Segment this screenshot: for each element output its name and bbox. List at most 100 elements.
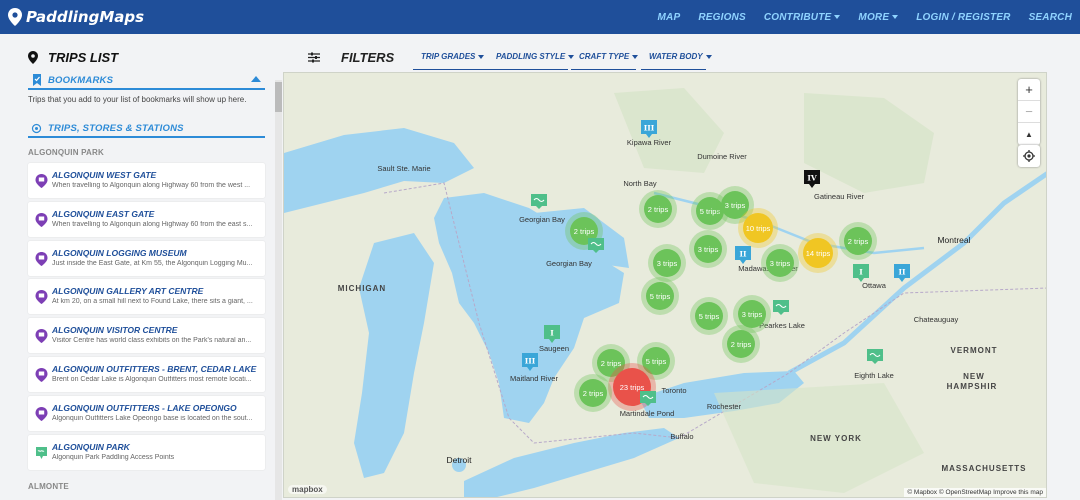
cluster-count: 5 trips (650, 292, 671, 301)
trip-cluster-green[interactable]: 2 trips (839, 222, 877, 260)
trip-cluster-green[interactable]: 3 trips (689, 230, 727, 268)
map-place-label: MICHIGAN (338, 284, 386, 293)
trip-card-title: ALGONQUIN OUTFITTERS - BRENT, CEDAR LAKE (52, 364, 257, 374)
scrollbar-thumb[interactable] (275, 82, 282, 112)
outfitter-pin-icon (35, 290, 48, 305)
trip-cluster-green[interactable]: 2 trips (574, 374, 612, 412)
cluster-count: 23 trips (620, 383, 645, 392)
trips-list-title: TRIPS LIST (48, 50, 119, 65)
map-place-label: Kipawa River (627, 138, 672, 147)
filter-paddling-style[interactable]: PADDLING STYLE (488, 50, 575, 70)
paddling-access-icon (36, 446, 47, 459)
trip-cluster-yellow[interactable]: 10 trips (738, 208, 778, 248)
filter-craft-type-label: CRAFT TYPE (579, 52, 630, 61)
trip-card-title: ALGONQUIN OUTFITTERS - LAKE OPEONGO (52, 402, 237, 413)
trip-card[interactable]: ALGONQUIN EAST GATE When travelling to Al… (28, 201, 265, 237)
chevron-down-icon (892, 14, 899, 19)
filter-craft-type[interactable]: CRAFT TYPE (571, 50, 639, 70)
outfitter-pin-icon (35, 406, 48, 421)
cluster-count: 14 trips (806, 249, 831, 258)
sidebar-scrollbar[interactable] (275, 80, 282, 500)
nav-contribute[interactable]: CONTRIBUTE (764, 12, 841, 23)
trip-cluster-yellow[interactable]: 14 trips (798, 233, 838, 273)
trip-cluster-green[interactable]: 3 trips (648, 244, 686, 282)
nav-more-label: MORE (858, 11, 890, 23)
bookmarks-section-header[interactable]: BOOKMARKS (28, 72, 265, 90)
stations-section-header[interactable]: TRIPS, STORES & STATIONS (28, 120, 265, 138)
filters-label: FILTERS (341, 50, 395, 65)
bookmarks-title: BOOKMARKS (48, 74, 114, 86)
nav-map[interactable]: MAP (658, 12, 681, 23)
trip-cluster-green[interactable]: 5 trips (690, 297, 728, 335)
trip-card[interactable]: ALGONQUIN PARK Algonquin Park Paddling Ac… (28, 434, 265, 470)
chevron-up-icon[interactable] (251, 76, 261, 82)
trip-card[interactable]: ALGONQUIN WEST GATE When travelling to Al… (28, 163, 265, 198)
location-pin-icon (28, 51, 38, 64)
trips-map[interactable]: Kipawa River Dumoine River Gatineau River S… (283, 72, 1047, 498)
trip-cluster-green[interactable]: 2 trips (639, 190, 677, 228)
geolocate-button[interactable] (1018, 145, 1040, 167)
zoom-out-button[interactable]: − (1018, 101, 1040, 123)
region-label-almonte: ALMONTE (28, 482, 69, 491)
outfitter-pin-icon (35, 368, 48, 382)
map-place-label: Buffalo (670, 432, 693, 441)
outfitter-pin-icon (35, 212, 48, 227)
bookmark-icon (33, 74, 41, 86)
filter-water-body[interactable]: WATER BODY (641, 50, 712, 70)
map-canvas[interactable]: Kipawa River Dumoine River Gatineau River S… (284, 73, 1047, 498)
trips-list-heading: TRIPS LIST (28, 50, 118, 65)
trip-card-title: ALGONQUIN PARK (52, 441, 130, 452)
marker-grade-label: III (525, 357, 536, 366)
brand-logo[interactable]: PaddlingMaps (8, 8, 144, 26)
mapbox-logo[interactable]: mapbox (288, 485, 327, 494)
map-attribution[interactable]: © Mapbox © OpenStreetMap Improve this ma… (904, 488, 1046, 497)
compass-button[interactable]: ▲ (1018, 123, 1040, 145)
bookmarks-empty-text: Trips that you add to your list of bookm… (28, 95, 247, 104)
trip-card-title: ALGONQUIN WEST GATE (52, 170, 157, 180)
nav-login-register[interactable]: LOGIN / REGISTER (916, 12, 1010, 23)
outfitter-pin-icon (35, 329, 48, 344)
trip-cluster-green[interactable]: 3 trips (761, 244, 799, 282)
sliders-icon[interactable] (308, 52, 320, 63)
cluster-count: 2 trips (574, 227, 595, 236)
map-place-label: Ottawa (862, 281, 887, 290)
trip-card[interactable]: ALGONQUIN LOGGING MUSEUM Just inside the … (28, 240, 265, 276)
trip-card-description: When travelling to Algonquin along Highw… (52, 220, 253, 228)
trip-card-description: At km 20, on a small hill next to Found … (52, 298, 253, 306)
trip-cluster-green[interactable]: 2 trips (722, 325, 760, 363)
trip-card-title: ALGONQUIN GALLERY ART CENTRE (52, 286, 204, 297)
nav-regions[interactable]: REGIONS (698, 12, 746, 23)
map-place-label: Saugeen (539, 344, 569, 353)
geolocate-icon (1023, 150, 1035, 162)
trip-card[interactable]: ALGONQUIN VISITOR CENTRE Visitor Centre h… (28, 318, 265, 354)
trip-card[interactable]: ALGONQUIN OUTFITTERS - LAKE OPEONGO Algon… (28, 395, 265, 431)
filter-water-body-label: WATER BODY (649, 52, 703, 61)
map-place-label: NEW YORK (810, 434, 862, 443)
map-place-label: Rochester (707, 402, 742, 411)
trip-cluster-green[interactable]: 5 trips (641, 277, 679, 315)
marker-grade-label: III (644, 124, 655, 133)
map-place-label: Eighth Lake (854, 371, 894, 380)
outfitter-pin-icon (35, 251, 48, 266)
main-nav: MAP REGIONS CONTRIBUTE MORE LOGIN / REGI… (640, 0, 1073, 34)
trip-card-description: Algonquin Park Paddling Access Points (52, 453, 175, 461)
trip-card-title: ALGONQUIN LOGGING MUSEUM (52, 247, 187, 258)
trip-card[interactable]: ALGONQUIN OUTFITTERS - BRENT, CEDAR LAKE… (28, 357, 265, 392)
chevron-down-icon (478, 54, 485, 59)
map-place-label: Toronto (661, 386, 686, 395)
stations-title: TRIPS, STORES & STATIONS (48, 122, 184, 134)
trip-card[interactable]: ALGONQUIN GALLERY ART CENTRE At km 20, on… (28, 279, 265, 315)
trip-card-description: Visitor Centre has world class exhibits … (52, 337, 252, 345)
cluster-count: 2 trips (731, 340, 752, 349)
filters-bar: FILTERS TRIP GRADES PADDLING STYLE CRAFT… (283, 34, 1080, 72)
zoom-in-button[interactable]: + (1018, 79, 1040, 101)
outfitter-pin-icon (35, 174, 48, 188)
map-place-label: NEW (963, 372, 985, 381)
map-place-label: Maitland River (510, 374, 558, 383)
map-place-label: Sault Ste. Marie (377, 164, 430, 173)
filter-paddling-style-label: PADDLING STYLE (496, 52, 566, 61)
nav-more[interactable]: MORE (858, 11, 899, 23)
map-pin-logo-icon (8, 8, 22, 26)
nav-search[interactable]: SEARCH (1029, 12, 1072, 23)
filter-trip-grades[interactable]: TRIP GRADES (413, 50, 488, 70)
